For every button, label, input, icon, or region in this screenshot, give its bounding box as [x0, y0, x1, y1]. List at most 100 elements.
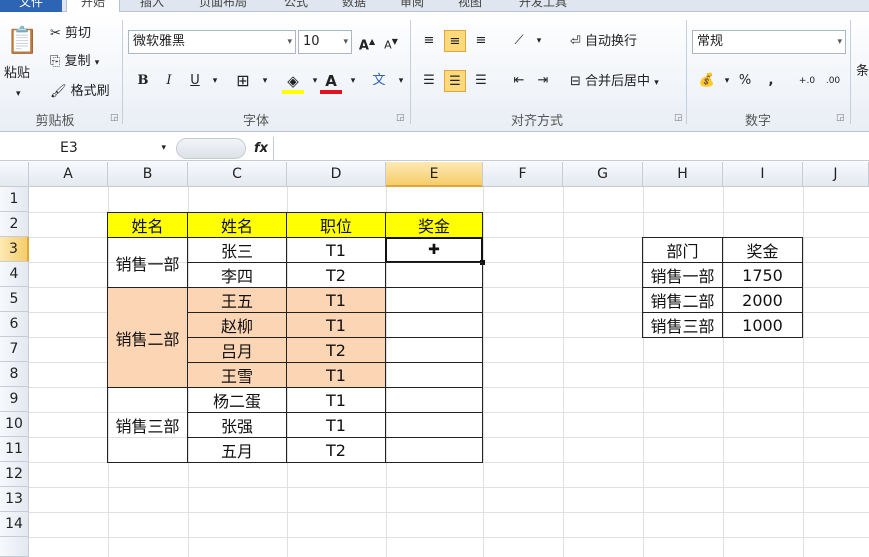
chevron-down-icon[interactable]: ▾ — [204, 70, 226, 92]
column-header[interactable]: F — [483, 162, 563, 187]
row-header[interactable]: 13 — [0, 487, 29, 512]
format-painter-button[interactable]: 🖌 格式刷 — [50, 82, 110, 102]
name-cell[interactable]: 杨二蛋 — [187, 387, 287, 413]
lookup-bonus-cell[interactable]: 1750 — [722, 262, 803, 288]
chevron-down-icon[interactable]: ▾ — [254, 70, 276, 92]
name-cell[interactable]: 赵柳 — [187, 312, 287, 338]
select-all-corner[interactable] — [0, 162, 29, 187]
tab-data[interactable]: 数据 — [334, 0, 374, 12]
align-left-icon[interactable]: ☰ — [418, 70, 440, 92]
position-cell[interactable]: T1 — [286, 312, 386, 338]
cut-button[interactable]: ✂ 剪切 — [50, 24, 91, 44]
bonus-cell[interactable] — [385, 287, 483, 313]
tab-formulas[interactable]: 公式 — [276, 0, 316, 12]
align-center-icon[interactable]: ☰ — [444, 70, 466, 92]
lookup-dept-cell[interactable]: 销售一部 — [642, 262, 723, 288]
name-box[interactable]: E3 ▾ — [4, 138, 170, 159]
row-header[interactable]: 4 — [0, 262, 29, 287]
chevron-down-icon[interactable]: ▾ — [16, 84, 21, 104]
row-header-active[interactable]: 3 — [0, 237, 29, 262]
decrease-indent-icon[interactable]: ⇤ — [508, 70, 530, 92]
tab-file[interactable]: 文件 — [0, 0, 62, 12]
align-bottom-icon[interactable]: ≡ — [470, 30, 492, 52]
fill-color-icon[interactable]: ◈ — [282, 70, 304, 94]
bold-button[interactable]: B — [132, 70, 154, 92]
row-header[interactable]: 5 — [0, 287, 29, 312]
align-right-icon[interactable]: ☰ — [470, 70, 492, 92]
name-cell[interactable]: 张强 — [187, 412, 287, 438]
conditional-format-button[interactable]: 条 — [856, 62, 869, 82]
table-header-cell[interactable]: 姓名 — [107, 212, 188, 238]
position-cell[interactable]: T1 — [286, 387, 386, 413]
position-cell[interactable]: T2 — [286, 437, 386, 463]
row-header[interactable]: 6 — [0, 312, 29, 337]
column-header[interactable]: C — [188, 162, 287, 187]
row-header[interactable]: 10 — [0, 412, 29, 437]
align-top-icon[interactable]: ≡ — [418, 30, 440, 52]
merge-center-button[interactable]: ⊟ 合并后居中 ▾ — [570, 72, 659, 93]
comma-button[interactable]: , — [760, 70, 782, 92]
tab-review[interactable]: 审阅 — [392, 0, 432, 12]
increase-indent-icon[interactable]: ⇥ — [532, 70, 554, 92]
chevron-down-icon[interactable]: ▾ — [528, 30, 550, 52]
position-cell[interactable]: T1 — [286, 287, 386, 313]
number-format-select[interactable]: 常规 ▾ — [692, 30, 846, 54]
chevron-down-icon[interactable]: ▾ — [390, 70, 412, 92]
wrap-text-button[interactable]: ⏎ 自动换行 — [570, 32, 637, 52]
bonus-cell[interactable] — [385, 262, 483, 288]
dept-cell[interactable]: 销售三部 — [107, 387, 188, 463]
row-header[interactable]: 1 — [0, 187, 29, 212]
lookup-bonus-cell[interactable]: 2000 — [722, 287, 803, 313]
row-header[interactable]: 9 — [0, 387, 29, 412]
dept-cell[interactable]: 销售一部 — [107, 237, 188, 288]
tab-insert[interactable]: 插入 — [132, 0, 172, 12]
name-cell[interactable]: 五月 — [187, 437, 287, 463]
row-header[interactable] — [0, 537, 29, 557]
worksheet[interactable]: A B C D E F G H I J 1 2 3 4 5 6 7 8 9 10… — [0, 162, 869, 557]
phonetic-icon[interactable]: 文 — [368, 70, 390, 92]
row-header[interactable]: 11 — [0, 437, 29, 462]
row-header[interactable]: 12 — [0, 462, 29, 487]
lookup-header-cell[interactable]: 奖金 — [722, 237, 803, 263]
position-cell[interactable]: T1 — [286, 237, 386, 263]
bonus-cell[interactable] — [385, 437, 483, 463]
chevron-down-icon[interactable]: ▾ — [342, 70, 364, 92]
position-cell[interactable]: T1 — [286, 412, 386, 438]
name-cell[interactable]: 王雪 — [187, 362, 287, 388]
lookup-bonus-cell[interactable]: 1000 — [722, 312, 803, 338]
alignment-launcher-icon[interactable]: ◲ — [674, 113, 683, 123]
name-cell[interactable]: 李四 — [187, 262, 287, 288]
font-color-icon[interactable]: A — [320, 70, 342, 94]
border-icon[interactable]: ⊞ — [232, 70, 254, 92]
column-header[interactable]: D — [287, 162, 386, 187]
orientation-icon[interactable]: ⟋ — [508, 30, 530, 52]
name-cell[interactable]: 王五 — [187, 287, 287, 313]
name-cell[interactable]: 张三 — [187, 237, 287, 263]
lookup-header-cell[interactable]: 部门 — [642, 237, 723, 263]
number-launcher-icon[interactable]: ◲ — [836, 113, 845, 123]
grow-font-icon[interactable]: A▲ — [356, 31, 378, 53]
table-header-cell[interactable]: 职位 — [286, 212, 386, 238]
tab-view[interactable]: 视图 — [450, 0, 490, 12]
tab-developer[interactable]: 开发工具 — [508, 0, 578, 12]
underline-button[interactable]: U — [184, 70, 206, 92]
position-cell[interactable]: T2 — [286, 262, 386, 288]
percent-button[interactable]: % — [734, 70, 756, 92]
column-header[interactable]: B — [108, 162, 188, 187]
bonus-cell[interactable] — [385, 312, 483, 338]
lookup-dept-cell[interactable]: 销售二部 — [642, 287, 723, 313]
clipboard-launcher-icon[interactable]: ◲ — [110, 113, 119, 123]
position-cell[interactable]: T2 — [286, 337, 386, 363]
increase-decimal-button[interactable]: +.0 — [796, 70, 818, 92]
font-size-select[interactable]: 10 ▾ — [298, 30, 352, 54]
align-middle-icon[interactable]: ≡ — [444, 30, 466, 52]
position-cell[interactable]: T1 — [286, 362, 386, 388]
row-header[interactable]: 7 — [0, 337, 29, 362]
name-cell[interactable]: 吕月 — [187, 337, 287, 363]
active-cell-e3[interactable]: ✚ — [385, 237, 483, 263]
table-header-cell[interactable]: 姓名 — [187, 212, 287, 238]
column-header[interactable]: G — [563, 162, 643, 187]
italic-button[interactable]: I — [158, 70, 180, 92]
formula-input[interactable] — [273, 137, 869, 160]
column-header[interactable]: J — [803, 162, 869, 187]
